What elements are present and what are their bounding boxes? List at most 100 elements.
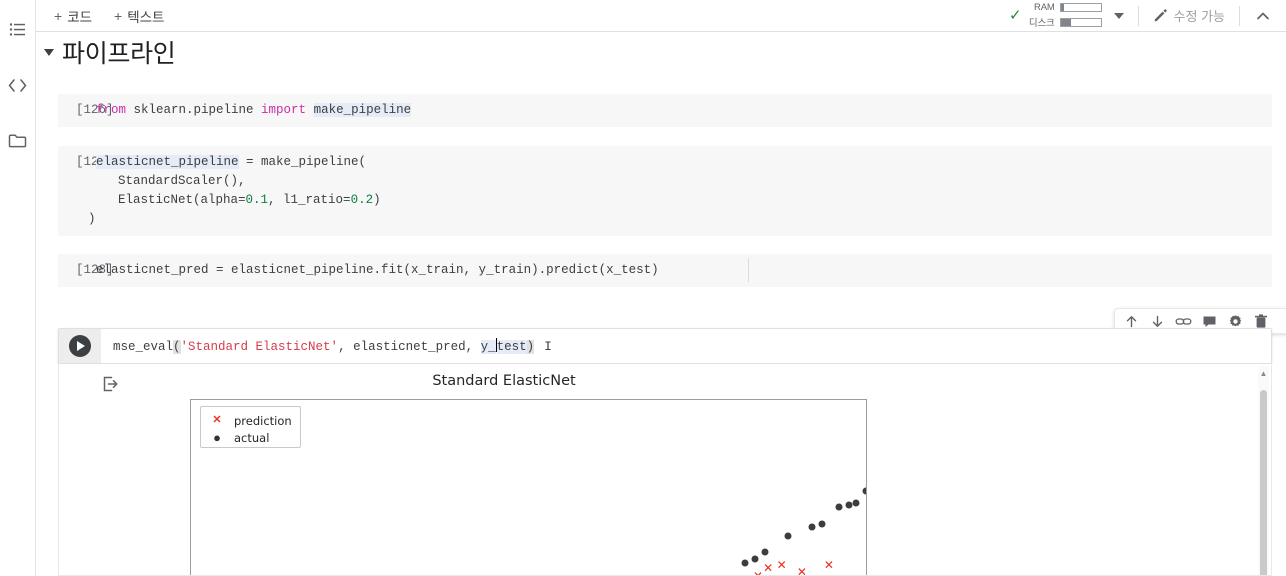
code-token: elasticnet_pipeline: [96, 155, 239, 169]
prediction-marker-icon: ✕: [753, 570, 763, 575]
code-token: import: [261, 103, 314, 117]
cell-output-area: Standard ElasticNet ✕ prediction ● actua…: [58, 364, 1272, 576]
chart-title: Standard ElasticNet: [432, 373, 576, 389]
actual-marker-icon: [761, 548, 769, 556]
scatter-point-actual: [784, 532, 792, 540]
code-token: make_pipeline: [313, 103, 412, 117]
legend-label: prediction: [234, 413, 292, 428]
notebook-body: 파이프라인 [126]from sklearn.pipeline import …: [36, 32, 1286, 576]
code-cell-128-content: [128]elasticnet_pred = elasticnet_pipeli…: [58, 254, 1272, 287]
chart-legend: ✕ prediction ● actual: [200, 406, 301, 448]
prediction-marker-icon: ✕: [212, 414, 222, 426]
legend-label: actual: [234, 430, 270, 445]
add-text-cell-button[interactable]: + 텍스트: [110, 4, 168, 28]
disk-meter-fill: [1060, 18, 1071, 26]
toc-icon[interactable]: [5, 16, 31, 42]
code-token: sklearn.pipeline: [133, 103, 262, 117]
actual-marker-icon: ●: [213, 430, 221, 445]
ram-meter-row: RAM: [1028, 2, 1102, 13]
y-axis-tick-label: 50: [190, 424, 191, 436]
prediction-marker-icon: ✕: [763, 560, 774, 575]
legend-entry-prediction: ✕ prediction: [201, 412, 300, 429]
section-heading[interactable]: 파이프라인: [36, 32, 1286, 68]
plus-icon: +: [54, 7, 63, 24]
cell-prompt: [127]: [76, 155, 114, 169]
code-token: ): [58, 212, 96, 226]
legend-entry-actual: ● actual: [201, 429, 300, 446]
prediction-marker-icon: ✕: [776, 558, 787, 573]
scatter-point-prediction: ✕: [753, 570, 763, 575]
pencil-icon: [1154, 9, 1167, 22]
edit-state-label: 수정 가능: [1173, 9, 1225, 24]
connected-check-icon: ✓: [1008, 7, 1022, 24]
code-token: test: [496, 340, 527, 354]
colab-notebook-window: + 코드 + 텍스트 ✓ RAM 디스크 수정 가능 파이프라인 [126]fr…: [0, 0, 1286, 576]
scatter-point-prediction: ✕: [824, 559, 834, 571]
scatter-point-prediction: ✕: [763, 562, 773, 574]
code-line: elasticnet_pipeline = make_pipeline( Sta…: [58, 155, 381, 226]
scatter-point-actual: [818, 520, 826, 528]
toolbar-right-group: ✓ RAM 디스크 수정 가능: [1005, 0, 1286, 32]
notebook-toolbar: + 코드 + 텍스트 ✓ RAM 디스크 수정 가능: [36, 0, 1286, 32]
run-cell-button[interactable]: [59, 329, 101, 363]
play-icon: [69, 335, 91, 357]
code-cell-127[interactable]: [127]elasticnet_pipeline = make_pipeline…: [58, 146, 1272, 236]
scatter-point-prediction: ✕: [777, 559, 787, 571]
output-scrollbar[interactable]: ▲: [1258, 366, 1269, 575]
y-axis-tick-label: 40: [190, 546, 191, 558]
resource-meters: RAM 디스크: [1028, 2, 1102, 29]
prediction-marker-icon: ✕: [823, 558, 834, 573]
code-cell-128[interactable]: [128]elasticnet_pred = elasticnet_pipeli…: [58, 254, 1272, 287]
collapse-toolbar-button[interactable]: [1250, 6, 1276, 26]
chevron-down-icon[interactable]: [1113, 12, 1124, 19]
toolbar-divider-2: [1239, 5, 1240, 26]
code-text: mse_eval('Standard ElasticNet', elasticn…: [113, 338, 535, 354]
toolbar-divider: [1137, 5, 1139, 26]
code-token: 'Standard ElasticNet': [180, 340, 339, 354]
active-code-cell[interactable]: mse_eval('Standard ElasticNet', elasticn…: [58, 328, 1272, 364]
disk-meter-row: 디스크: [1028, 15, 1102, 29]
scatter-point-actual: [862, 487, 866, 495]
code-token: (: [173, 340, 181, 354]
code-token: ElasticNet(alpha=: [58, 193, 246, 207]
scatter-point-actual: [761, 548, 769, 556]
code-token: 0.1: [245, 193, 269, 207]
chart-axes: ✕ prediction ● actual 5040✕✕✕✕✕✕✕✕✕✕✕✕✕✕…: [190, 399, 867, 575]
cell-prompt: [126]: [76, 103, 114, 117]
add-code-cell-button[interactable]: + 코드: [50, 4, 96, 28]
code-token: , l1_ratio=: [268, 193, 351, 207]
actual-marker-icon: [741, 559, 748, 567]
actual-marker-icon: [862, 487, 866, 495]
code-token: 0.2: [350, 193, 374, 207]
scatter-point-actual: [835, 503, 843, 511]
code-cell-126[interactable]: [126]from sklearn.pipeline import make_p…: [58, 94, 1272, 127]
scroll-up-arrow-icon[interactable]: ▲: [1259, 370, 1268, 378]
cell-prompt: [128]: [76, 263, 114, 277]
actual-marker-icon: [835, 503, 843, 511]
plus-icon: +: [114, 7, 123, 24]
edit-state-indicator[interactable]: 수정 가능: [1149, 4, 1229, 27]
code-cell-127-content: [127]elasticnet_pipeline = make_pipeline…: [58, 146, 1272, 236]
code-token: mse_eval: [113, 340, 174, 354]
code-token: ): [526, 340, 535, 354]
actual-marker-icon: [808, 523, 816, 531]
code-snippets-icon[interactable]: [5, 72, 31, 98]
collapse-section-triangle-icon[interactable]: [44, 48, 54, 56]
actual-marker-icon: [818, 520, 826, 528]
scatter-point-actual: [852, 499, 860, 507]
add-text-cell-label: 텍스트: [127, 9, 165, 25]
code-token: StandardScaler(),: [58, 174, 246, 188]
files-icon[interactable]: [5, 128, 31, 154]
page-title: 파이프라인: [62, 40, 176, 68]
more-cell-actions-button[interactable]: [1275, 310, 1286, 332]
code-token: y_: [480, 340, 496, 354]
active-cell-code[interactable]: mse_eval('Standard ElasticNet', elasticn…: [101, 329, 1271, 363]
scatter-point-actual: [741, 559, 748, 567]
left-sidebar: [0, 0, 36, 576]
actual-marker-icon: [784, 532, 792, 540]
resources-status[interactable]: ✓ RAM 디스크: [1005, 0, 1128, 31]
disk-meter-bar: [1059, 17, 1102, 27]
code-token: elasticnet_pred = elasticnet_pipeline.fi…: [96, 263, 659, 277]
output-scrollbar-thumb[interactable]: [1260, 390, 1267, 575]
code-line: elasticnet_pred = elasticnet_pipeline.fi…: [96, 263, 659, 277]
